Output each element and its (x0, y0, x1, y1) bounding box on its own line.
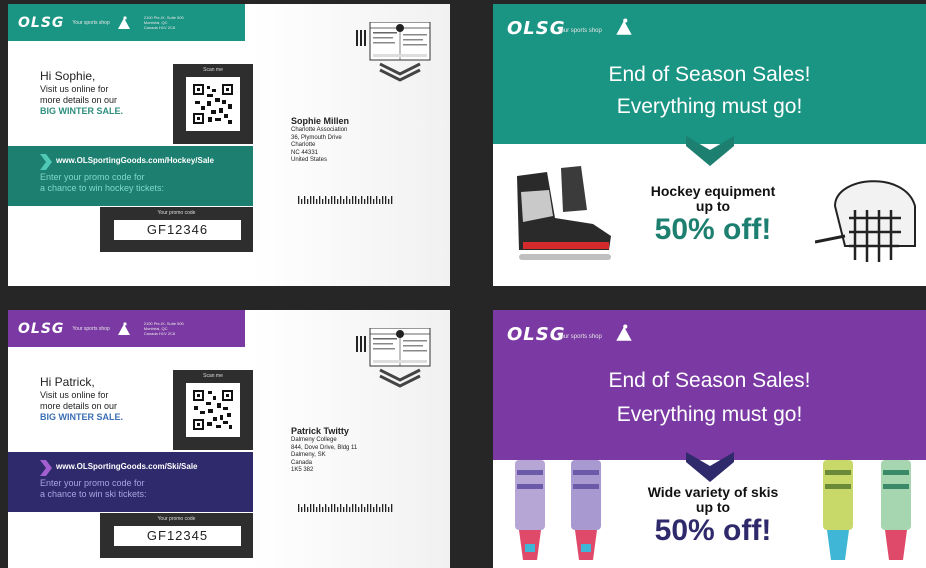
skier-icon (616, 324, 632, 341)
postcard-header: OLSG Your sports shop 2100 Pie-IX, Suite… (8, 4, 245, 41)
promo-line-2: a chance to win hockey tickets: (40, 183, 165, 193)
postage-stamp-icon (356, 328, 431, 388)
qr-code[interactable] (186, 383, 240, 437)
recipient-address: Sophie Millen Charlotte Association 36, … (291, 116, 349, 165)
recipient-line-2: 844, Dove Drive, Bldg 11 (291, 444, 358, 451)
greeting-line-2: more details on our (40, 95, 118, 105)
greeting-line-2: more details on our (40, 401, 118, 411)
brand-tagline: Your sports shop (557, 334, 602, 340)
scan-label: Scan me (203, 373, 223, 379)
headline-line-2: up to (695, 499, 731, 515)
greeting: Hi Patrick, (40, 375, 95, 389)
promo-code-label: Your promo code (157, 516, 196, 522)
recipient-line-3: Charlotte (291, 142, 316, 148)
qr-code-icon (193, 390, 233, 430)
ski-boots-icon (823, 460, 911, 560)
skier-icon (117, 15, 130, 29)
recipient-name: Sophie Millen (291, 116, 350, 126)
promo-code-value: GF12346 (114, 220, 241, 240)
postcard-back-ski: OLSG Your sports shop 2100 Pie-IX, Suite… (8, 310, 450, 568)
promo-url-link[interactable]: www.OLSportingGoods.com/Ski/Sale (56, 462, 198, 471)
postcard-front-hockey: OLSG Your sports shop End of Season Sale… (493, 4, 926, 286)
discount-text: 50% off! (654, 514, 772, 547)
promo-band: www.OLSportingGoods.com/Hockey/Sale Ente… (8, 146, 253, 206)
brand-logo: OLSG (18, 320, 65, 337)
promo-code-label: Your promo code (157, 210, 196, 216)
recipient-line-4: NC 44331 (291, 149, 319, 156)
promo-line-2: a chance to win ski tickets: (40, 489, 147, 499)
promo-code-value: GF12345 (114, 526, 241, 546)
postcard-back-hockey: OLSG Your sports shop 2100 Pie-IX, Suite… (8, 4, 450, 286)
recipient-line-3: Dalmeny, SK (291, 452, 326, 458)
postal-barcode-icon (298, 504, 393, 512)
hockey-skate-icon (517, 166, 611, 260)
recipient-line-5: United States (291, 157, 328, 163)
greeting-block: Hi Sophie, Visit us online for more deta… (40, 69, 170, 117)
sale-callout: BIG WINTER SALE. (40, 412, 123, 422)
recipient-line-2: 36, Plymouth Drive (291, 134, 342, 141)
promo-band: www.OLSportingGoods.com/Ski/Sale Enter y… (8, 452, 253, 512)
brand-tagline: Your sports shop (557, 28, 602, 34)
scan-label: Scan me (203, 67, 223, 73)
chevron-right-icon (40, 154, 52, 170)
sender-address: 2100 Pie-IX, Suite 500 Montréal, QC Cana… (143, 321, 184, 336)
qr-code[interactable] (186, 77, 240, 131)
qr-code-icon (193, 84, 233, 124)
skier-icon (117, 321, 130, 335)
headline-line-1: Hockey equipment (650, 183, 776, 199)
chevron-down-icon (686, 452, 734, 482)
brand-tagline: Your sports shop (72, 19, 110, 26)
promo-text: Enter your promo code for a chance to wi… (40, 172, 240, 194)
promo-line-1: Enter your promo code for (40, 478, 145, 488)
ski-boots-icon (515, 460, 601, 560)
promo-code-panel: Your promo code GF12345 (100, 513, 253, 558)
greeting-line-1: Visit us online for (40, 84, 109, 94)
hockey-helmet-icon (815, 180, 916, 262)
recipient-line-1: Charlotte Association (291, 127, 348, 133)
skier-icon (616, 18, 632, 35)
promo-text: Enter your promo code for a chance to wi… (40, 478, 240, 500)
front-headline: Wide variety of skis up to 50% off! (623, 485, 803, 547)
headline-line-1: Wide variety of skis (647, 484, 779, 500)
brand-logo: OLSG (18, 14, 65, 31)
qr-panel: Scan me (173, 64, 253, 144)
discount-text: 50% off! (654, 213, 772, 246)
postage-stamp-icon (356, 22, 431, 82)
sender-address: 2100 Pie-IX, Suite 500 Montréal, QC Cana… (143, 15, 184, 30)
recipient-line-1: Dalmeny College (291, 437, 337, 443)
front-title-line-1: End of Season Sales! (608, 63, 811, 86)
postcard-header: OLSG Your sports shop 2100 Pie-IX, Suite… (8, 310, 245, 347)
qr-panel: Scan me (173, 370, 253, 450)
recipient-name: Patrick Twitty (291, 426, 349, 436)
promo-code-panel: Your promo code GF12346 (100, 207, 253, 252)
postal-barcode-icon (298, 196, 393, 204)
front-header: OLSG Your sports shop End of Season Sale… (493, 4, 926, 144)
front-title-line-2: Everything must go! (616, 403, 803, 426)
greeting: Hi Sophie, (40, 69, 96, 83)
recipient-address: Patrick Twitty Dalmeny College 844, Dove… (291, 426, 357, 475)
promo-url-link[interactable]: www.OLSportingGoods.com/Hockey/Sale (56, 156, 214, 165)
postcard-front-ski: OLSG Your sports shop End of Season Sale… (493, 310, 926, 568)
recipient-line-4: Canada (291, 459, 313, 466)
headline-line-2: up to (695, 198, 731, 214)
sale-callout: BIG WINTER SALE. (40, 106, 123, 116)
front-header: OLSG Your sports shop End of Season Sale… (493, 310, 926, 460)
front-headline: Hockey equipment up to 50% off! (623, 184, 803, 246)
front-title-line-2: Everything must go! (616, 95, 803, 118)
chevron-down-icon (686, 136, 734, 166)
brand-tagline: Your sports shop (72, 325, 110, 332)
recipient-line-5: 1K5 382 (291, 467, 314, 473)
promo-line-1: Enter your promo code for (40, 172, 145, 182)
greeting-line-1: Visit us online for (40, 390, 109, 400)
front-title-line-1: End of Season Sales! (608, 369, 811, 392)
greeting-block: Hi Patrick, Visit us online for more det… (40, 375, 170, 423)
chevron-right-icon (40, 460, 52, 476)
